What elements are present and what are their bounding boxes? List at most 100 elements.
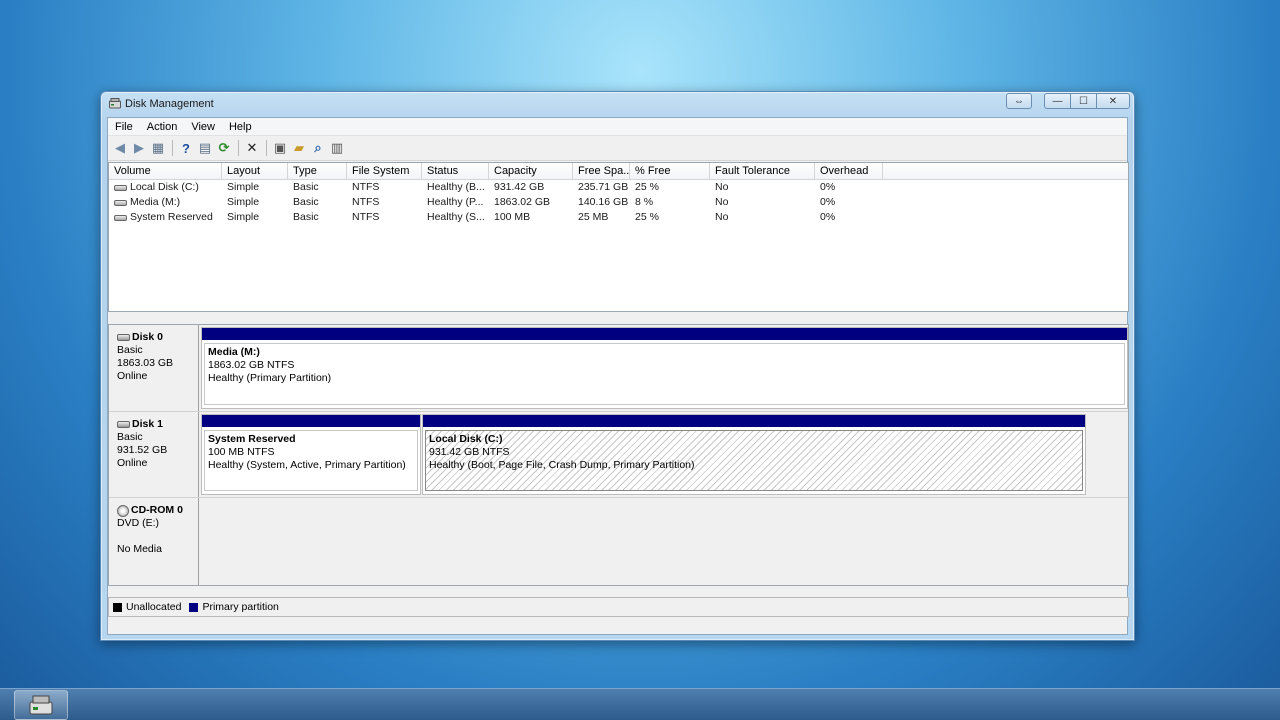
help-icon[interactable]: ?: [177, 139, 195, 157]
open-icon[interactable]: ▰: [290, 139, 308, 157]
cell-status: Healthy (P...: [427, 196, 484, 208]
partition-name: Local Disk (C:): [429, 433, 503, 445]
column-type[interactable]: Type: [288, 163, 347, 179]
toolbar-separator: [238, 140, 239, 156]
taskbar-disk-management-button[interactable]: [14, 690, 68, 720]
properties-icon[interactable]: ▣: [271, 139, 289, 157]
cell-layout: Simple: [227, 211, 260, 223]
cdrom-0-row: CD-ROM 0 DVD (E:) No Media: [109, 497, 1128, 585]
disk-type: Basic: [117, 344, 143, 356]
legend-primary-partition: Primary partition: [189, 601, 279, 613]
cell-volume: Media (M:): [109, 195, 222, 210]
list-rows: Local Disk (C:) Simple Basic NTFS Healthy (B…: [109, 180, 1128, 225]
partition-size: 931.42 GB NTFS: [429, 446, 510, 458]
menu-view[interactable]: View: [184, 118, 222, 136]
legend-label: Unallocated: [126, 601, 182, 613]
restore-button[interactable]: ⇔: [1006, 93, 1032, 109]
partition-media[interactable]: Media (M:) 1863.02 GB NTFS Healthy (Prim…: [201, 327, 1128, 409]
cell-overhead: 0%: [820, 196, 836, 208]
cell-status: Healthy (B...: [427, 181, 485, 193]
partition-size: 1863.02 GB NTFS: [208, 359, 295, 371]
cell-layout: Simple: [227, 181, 260, 193]
cell-layout: Simple: [227, 196, 260, 208]
disk-state: No Media: [117, 543, 162, 555]
explore-icon[interactable]: ⌕: [309, 139, 327, 157]
partition-status: Healthy (Boot, Page File, Crash Dump, Pr…: [429, 459, 695, 471]
table-row[interactable]: System Reserved Simple Basic NTFS Healthy (S…: [109, 210, 1128, 225]
disk-1-row: Disk 1 Basic 931.52 GB Online System Res…: [109, 411, 1128, 497]
column-overhead[interactable]: Overhead: [815, 163, 883, 179]
cd-rom-icon: [117, 504, 129, 517]
disk-type: Basic: [117, 431, 143, 443]
partition-local-disk-c[interactable]: Local Disk (C:) 931.42 GB NTFS Healthy (…: [422, 414, 1086, 495]
menu-file[interactable]: File: [108, 118, 140, 136]
column-layout[interactable]: Layout: [222, 163, 288, 179]
partition-system-reserved[interactable]: System Reserved 100 MB NTFS Healthy (Sys…: [201, 414, 421, 495]
table-row[interactable]: Media (M:) Simple Basic NTFS Healthy (P... 18…: [109, 195, 1128, 210]
table-row[interactable]: Local Disk (C:) Simple Basic NTFS Healthy (B…: [109, 180, 1128, 195]
cell-free: 25 MB: [578, 211, 609, 223]
disk-0-row: Disk 0 Basic 1863.03 GB Online Media (M:…: [109, 325, 1128, 411]
disk-name: Disk 0: [132, 331, 163, 343]
column-file-system[interactable]: File System: [347, 163, 422, 179]
cdrom-empty-area: [200, 498, 1128, 585]
cell-fault: No: [715, 181, 729, 193]
minimize-button[interactable]: —: [1044, 93, 1070, 109]
cdrom-0-label[interactable]: CD-ROM 0 DVD (E:) No Media: [109, 498, 199, 585]
disk-1-label[interactable]: Disk 1 Basic 931.52 GB Online: [109, 412, 199, 497]
column-percent-free[interactable]: % Free: [630, 163, 710, 179]
disk-type: DVD (E:): [117, 517, 159, 529]
partition-name: Media (M:): [208, 346, 260, 358]
disk-management-icon: [29, 695, 53, 715]
volume-list[interactable]: Volume Layout Type File System Status Ca…: [108, 162, 1129, 312]
window-title: Disk Management: [125, 98, 214, 110]
column-fault-tolerance[interactable]: Fault Tolerance: [710, 163, 815, 179]
partition-status: Healthy (System, Active, Primary Partiti…: [208, 459, 406, 471]
drive-icon: [114, 184, 127, 191]
cell-capacity: 100 MB: [494, 211, 531, 223]
forward-icon[interactable]: ▶: [130, 139, 148, 157]
menu-help[interactable]: Help: [222, 118, 259, 136]
disk-name: CD-ROM 0: [131, 504, 183, 516]
cell-volume: Local Disk (C:): [109, 180, 222, 195]
cell-type: Basic: [293, 181, 319, 193]
delete-icon[interactable]: ✕: [243, 139, 261, 157]
maximize-button[interactable]: ☐: [1070, 93, 1096, 109]
refresh-icon[interactable]: ⟳: [215, 139, 233, 157]
action-pane-icon[interactable]: ▤: [196, 139, 214, 157]
legend-label: Primary partition: [202, 601, 279, 613]
column-capacity[interactable]: Capacity: [489, 163, 573, 179]
close-button[interactable]: ✕: [1096, 93, 1130, 109]
column-volume[interactable]: Volume: [109, 163, 222, 179]
disk-0-label[interactable]: Disk 0 Basic 1863.03 GB Online: [109, 325, 199, 411]
title-bar[interactable]: Disk Management ⇔ — ☐ ✕: [101, 92, 1134, 116]
column-free-space[interactable]: Free Spa...: [573, 163, 630, 179]
cell-overhead: 0%: [820, 211, 836, 223]
disk-size: 1863.03 GB: [117, 357, 174, 369]
column-status[interactable]: Status: [422, 163, 489, 179]
partition-size: 100 MB NTFS: [208, 446, 275, 458]
taskbar: [0, 688, 1280, 720]
back-icon[interactable]: ◀: [111, 139, 129, 157]
cell-fs: NTFS: [352, 181, 380, 193]
cell-status: Healthy (S...: [427, 211, 485, 223]
menu-action[interactable]: Action: [140, 118, 185, 136]
show-hide-tree-icon[interactable]: ▦: [149, 139, 167, 157]
disk-graph-pane: Disk 0 Basic 1863.03 GB Online Media (M:…: [108, 324, 1129, 586]
cell-capacity: 931.42 GB: [494, 181, 545, 193]
disk-state: Online: [117, 457, 148, 469]
primary-partition-bar: [202, 328, 1127, 340]
partition-status: Healthy (Primary Partition): [208, 372, 332, 384]
cell-fs: NTFS: [352, 211, 380, 223]
disk-size: 931.52 GB: [117, 444, 168, 456]
settings-icon[interactable]: ▥: [328, 139, 346, 157]
legend-unallocated: Unallocated: [113, 601, 181, 613]
cell-capacity: 1863.02 GB: [494, 196, 551, 208]
toolbar: ◀ ▶ ▦? ▤ ⟳ ✕ ▣ ▰ ⌕ ▥: [108, 136, 1127, 161]
partition-name: System Reserved: [208, 433, 296, 445]
disk-management-icon: [109, 98, 121, 109]
cell-type: Basic: [293, 211, 319, 223]
cell-free: 235.71 GB: [578, 181, 629, 193]
cell-fs: NTFS: [352, 196, 380, 208]
